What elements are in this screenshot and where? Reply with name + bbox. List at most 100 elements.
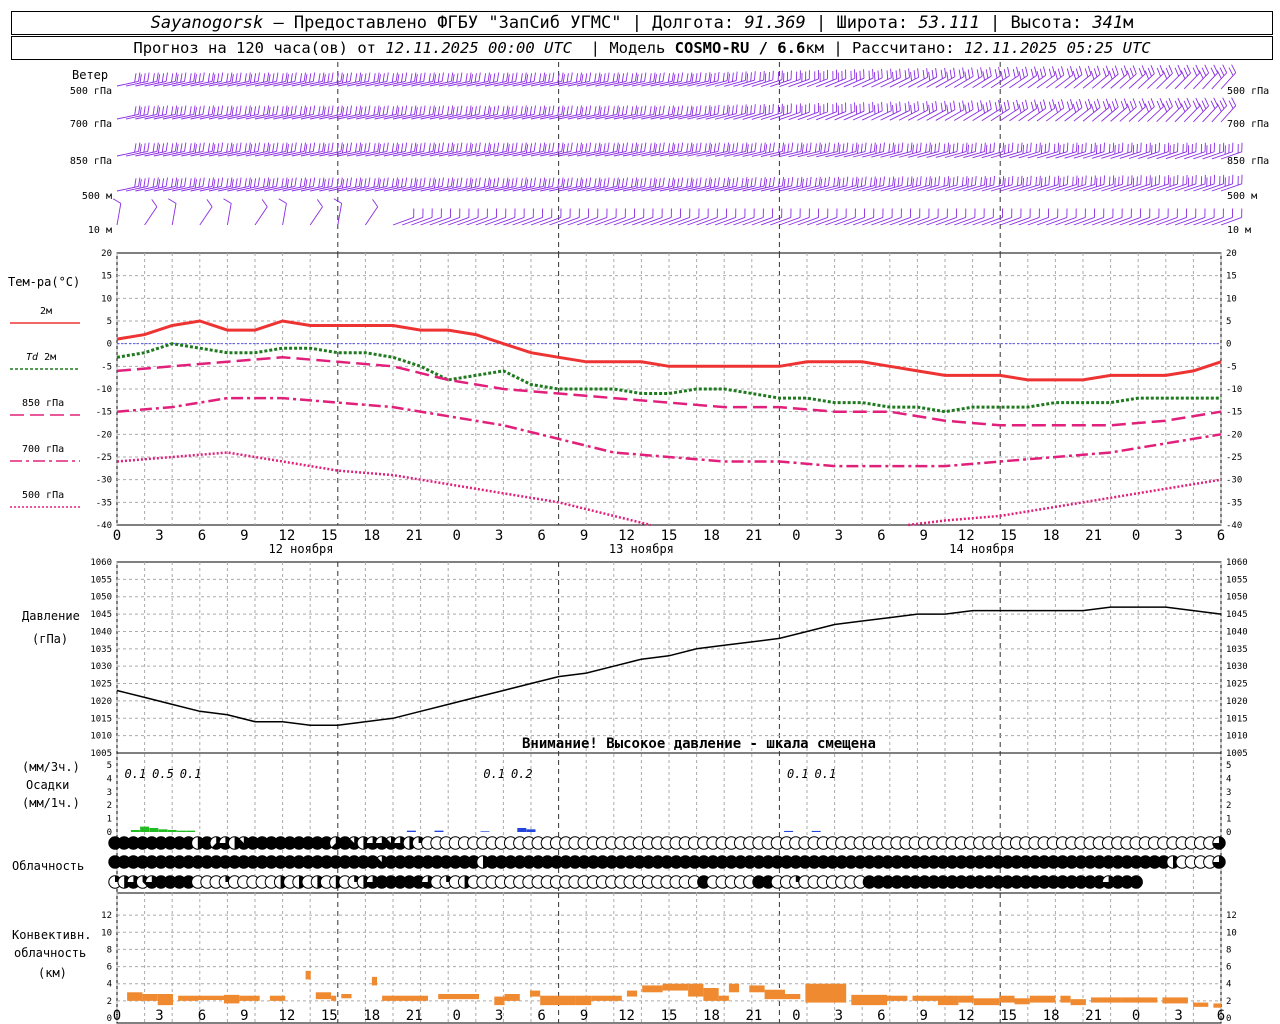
wind-barb-shaft [1174,151,1196,160]
wind-barb-shaft [1211,217,1233,226]
wind-barb-feather [561,72,564,82]
wind-barb-feather [286,144,289,154]
temp-tick-left: -5 [101,362,112,372]
wind-barb-feather [599,179,602,189]
wind-barb-feather [617,144,621,154]
wind-barb-feather [483,178,487,188]
wind-barb-feather [1231,64,1237,73]
wind-barb-feather [1066,142,1069,152]
wind-barb-shaft [990,75,1010,89]
wind-barb-feather [796,143,799,153]
wind-barb-shaft [1064,74,1083,89]
wind-barb-feather [616,105,619,115]
wind-barb-feather [744,104,747,114]
wind-barb-feather [520,73,523,83]
wind-barb-feather [731,72,734,82]
wind-barb-feather [585,73,588,83]
wind-barb-feather [1007,143,1010,153]
wind-barb-feather [913,103,916,113]
wind-barb-feather [787,177,790,187]
wind-barb-feather [349,142,352,152]
wind-barb-shaft [337,203,343,226]
wind-barb-feather [1201,100,1207,110]
wind-barb-shaft [1174,105,1191,123]
wind-barb-feather [598,142,601,152]
wind-barb-feather [953,67,956,77]
wind-barb-feather [974,176,977,186]
wind-barb-feather [1002,175,1005,185]
conv-x-tick: 3 [1174,1008,1182,1024]
wind-barb-feather [1002,142,1005,152]
wind-barb-feather [382,106,385,116]
wind-barb-shaft [1193,105,1209,123]
conv-cloud-bar [1060,995,1071,1003]
wind-barb-shaft [1202,151,1224,160]
wind-barb-feather [253,106,257,116]
temp-tick-right: 5 [1226,317,1231,327]
pressure-tick-right: 1035 [1226,645,1248,655]
wind-barb-shaft [1009,108,1028,122]
wind-barb-feather [1123,98,1128,108]
wind-barb-feather [1060,66,1065,76]
wind-barb-feather [856,178,859,188]
wind-barb-shaft [1046,151,1068,159]
wind-barb-feather [331,105,334,115]
wind-barb-shaft [871,77,892,88]
wind-barb-feather [1219,100,1225,109]
wind-barb-feather [239,105,242,115]
precip-tick-right: 3 [1226,788,1231,798]
wind-barb-feather [579,72,582,82]
wind-barb-feather [594,143,597,153]
wind-barb-feather [1039,68,1043,78]
wind-barb-shaft [1165,151,1187,160]
wind-barb-feather [134,106,137,116]
wind-barb-shaft [1137,106,1155,122]
wind-barb-feather [967,102,971,112]
wind-barb-feather [908,101,910,111]
precip-sum-label: 0.1 [125,767,147,781]
precip-bar [517,827,527,832]
wind-barb-feather [552,142,555,152]
wind-barb-feather [625,72,628,82]
wind-barb-feather [801,178,804,188]
wind-barb-feather [1150,65,1155,74]
wind-barb-feather [207,178,211,188]
wind-barb-shaft [1036,107,1056,122]
wind-barb-feather [194,179,197,189]
wind-barb-feather [971,100,974,110]
wind-barb-feather [833,177,836,187]
wind-barb-shaft [926,151,948,158]
wind-barb-feather [814,143,817,153]
wind-barb-feather [579,142,582,152]
wind-barb-feather [165,105,168,115]
wind-barb-feather [1204,64,1210,74]
wind-barb-feather [373,143,376,153]
wind-barb-feather [263,143,266,153]
wind-barb-feather [1017,143,1019,153]
wind-barb-feather [946,104,949,114]
wind-barb-feather [202,105,205,115]
wind-barb-feather [397,144,400,154]
wind-barb-feather [1066,175,1069,185]
wind-barb-feather [156,72,159,82]
wind-barb-shaft [1193,151,1215,160]
wind-barb-feather [483,106,487,116]
wind-barb-feather [364,143,367,153]
wind-barb-feather [506,177,509,187]
wind-level-label-left: 850 гПа [70,156,112,167]
wind-barb-feather [561,105,564,115]
wind-barb-feather [318,73,321,83]
wind-barb-feather [345,178,349,188]
wind-barb-shaft [116,203,122,226]
wind-barb-shaft [963,217,985,226]
wind-barb-feather [722,72,725,82]
wind-barb-feather [636,179,639,189]
wind-barb-feather [1077,144,1080,155]
wind-barb-feather [800,176,803,186]
pressure-warning: Внимание! Высокое давление - шкала смеще… [522,736,876,752]
wind-barb-feather [1093,68,1098,78]
wind-barb-feather [157,144,161,154]
precip-bar [167,829,177,832]
wind-barb-shaft [972,217,994,226]
wind-barb-feather [419,178,422,188]
